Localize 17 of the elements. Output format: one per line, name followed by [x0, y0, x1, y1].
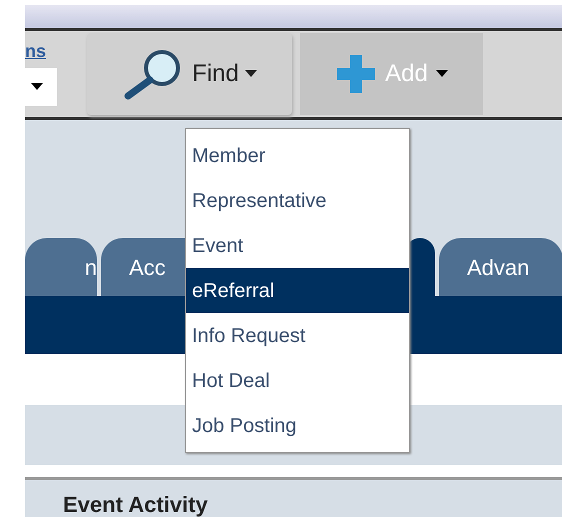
menu-item[interactable]: eReferral: [186, 268, 409, 313]
caret-icon: [244, 70, 257, 78]
tab[interactable]: Advan: [439, 238, 562, 296]
plus-icon: [335, 53, 378, 96]
tab[interactable]: n: [25, 238, 97, 296]
menu-item[interactable]: Job Posting: [186, 403, 409, 448]
caret-icon: [31, 83, 43, 92]
section-header: Event Activity: [25, 476, 562, 517]
menu-item[interactable]: Hot Deal: [186, 358, 409, 403]
find-button[interactable]: Find: [87, 33, 292, 116]
menu-item[interactable]: Member: [186, 133, 409, 178]
menu-item[interactable]: Representative: [186, 178, 409, 223]
dropdown-field[interactable]: [25, 68, 57, 106]
menu-item[interactable]: Info Request: [186, 313, 409, 358]
caret-icon: [436, 70, 448, 78]
menu-item[interactable]: Event: [186, 223, 409, 268]
link[interactable]: ns: [25, 42, 57, 60]
